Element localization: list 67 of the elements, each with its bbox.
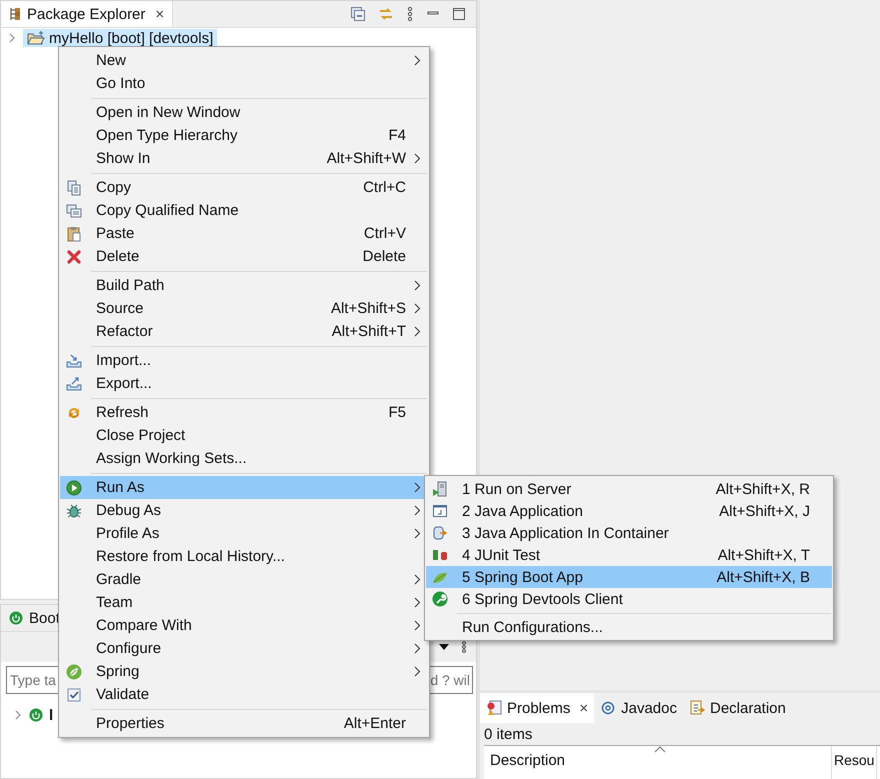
menu-item[interactable]: 2 Java Application Alt+Shift+X, J <box>426 500 832 522</box>
check-icon <box>66 686 82 702</box>
bug-icon <box>66 502 82 518</box>
collapse-all-icon[interactable] <box>350 6 366 22</box>
at-sign-icon <box>600 700 616 716</box>
power-icon <box>9 611 23 625</box>
wrench-icon <box>432 591 448 607</box>
menu-item[interactable]: Close Project <box>60 424 428 447</box>
menu-item[interactable]: Go Into <box>60 72 428 95</box>
menu-item[interactable]: Debug As <box>60 499 428 522</box>
view-tab[interactable]: Package Explorer × <box>1 1 174 27</box>
view-tab[interactable]: Declaration <box>683 693 792 723</box>
menu-item[interactable]: Spring <box>60 660 428 683</box>
copy-icon <box>66 180 82 196</box>
menu-item[interactable]: Validate <box>60 683 428 706</box>
package-icon <box>9 7 21 21</box>
menu-item[interactable]: Source Alt+Shift+S <box>60 297 428 320</box>
item-count: 0 items <box>483 725 534 745</box>
menu-item[interactable]: Build Path <box>60 274 428 297</box>
delete-icon <box>66 248 82 264</box>
menu-item[interactable]: Export... <box>60 372 428 395</box>
menu-item[interactable]: Import... <box>60 349 428 372</box>
menu-item[interactable]: Copy Ctrl+C <box>60 176 428 199</box>
menu-item[interactable]: 4 JUnit Test Alt+Shift+X, T <box>426 544 832 566</box>
menu-item[interactable]: Refresh F5 <box>60 401 428 424</box>
menu-item[interactable]: Properties Alt+Enter <box>60 712 428 735</box>
maximize-icon[interactable] <box>452 7 466 21</box>
column-header[interactable]: Resou <box>832 746 878 779</box>
view-tab[interactable]: Javadoc <box>594 693 683 723</box>
menu-item[interactable]: 5 Spring Boot App Alt+Shift+X, B <box>426 566 832 588</box>
export-icon <box>66 376 82 392</box>
folder-icon <box>27 30 45 46</box>
problems-icon <box>486 700 502 716</box>
tree-item[interactable]: l <box>49 706 54 724</box>
menu-item[interactable]: Gradle <box>60 568 428 591</box>
tree-item[interactable]: myHello [boot] [devtools] <box>23 29 218 47</box>
menu-item[interactable]: 6 Spring Devtools Client <box>426 588 832 610</box>
view-tab[interactable]: Problems × <box>480 693 594 723</box>
chevron-icon[interactable] <box>7 33 17 43</box>
menu-item[interactable]: Copy Qualified Name <box>60 199 428 222</box>
menu-item[interactable]: Refactor Alt+Shift+T <box>60 320 428 343</box>
menu-item[interactable]: New <box>60 49 428 72</box>
menu-item[interactable]: Profile As <box>60 522 428 545</box>
declaration-icon <box>689 700 705 716</box>
menu-item[interactable]: Restore from Local History... <box>60 545 428 568</box>
window-icon <box>432 503 448 519</box>
copy-icon <box>66 202 82 218</box>
view-menu-icon[interactable] <box>460 640 468 654</box>
server-icon <box>432 481 448 497</box>
leaf-icon <box>66 664 82 680</box>
power-icon <box>29 708 43 722</box>
menu-item[interactable]: Delete Delete <box>60 245 428 268</box>
menu-item[interactable]: 1 Run on Server Alt+Shift+X, R <box>426 478 832 500</box>
clipboard-icon <box>66 226 82 242</box>
menu-item[interactable]: Configure <box>60 637 428 660</box>
import-icon <box>66 352 82 368</box>
menu-item[interactable]: Assign Working Sets... <box>60 447 428 470</box>
play-icon <box>66 480 82 496</box>
menu-item[interactable]: Open in New Window <box>60 101 428 124</box>
menu-item[interactable]: Run Configurations... <box>426 616 832 638</box>
menu-item[interactable]: 3 Java Application In Container <box>426 522 832 544</box>
view-menu-icon[interactable] <box>406 6 414 22</box>
column-header[interactable]: Description <box>484 746 832 779</box>
menu-item[interactable]: Open Type Hierarchy F4 <box>60 124 428 147</box>
menu-item[interactable]: Paste Ctrl+V <box>60 222 428 245</box>
chevron-icon[interactable] <box>13 710 23 720</box>
menu-item[interactable]: Show In Alt+Shift+W <box>60 147 428 170</box>
